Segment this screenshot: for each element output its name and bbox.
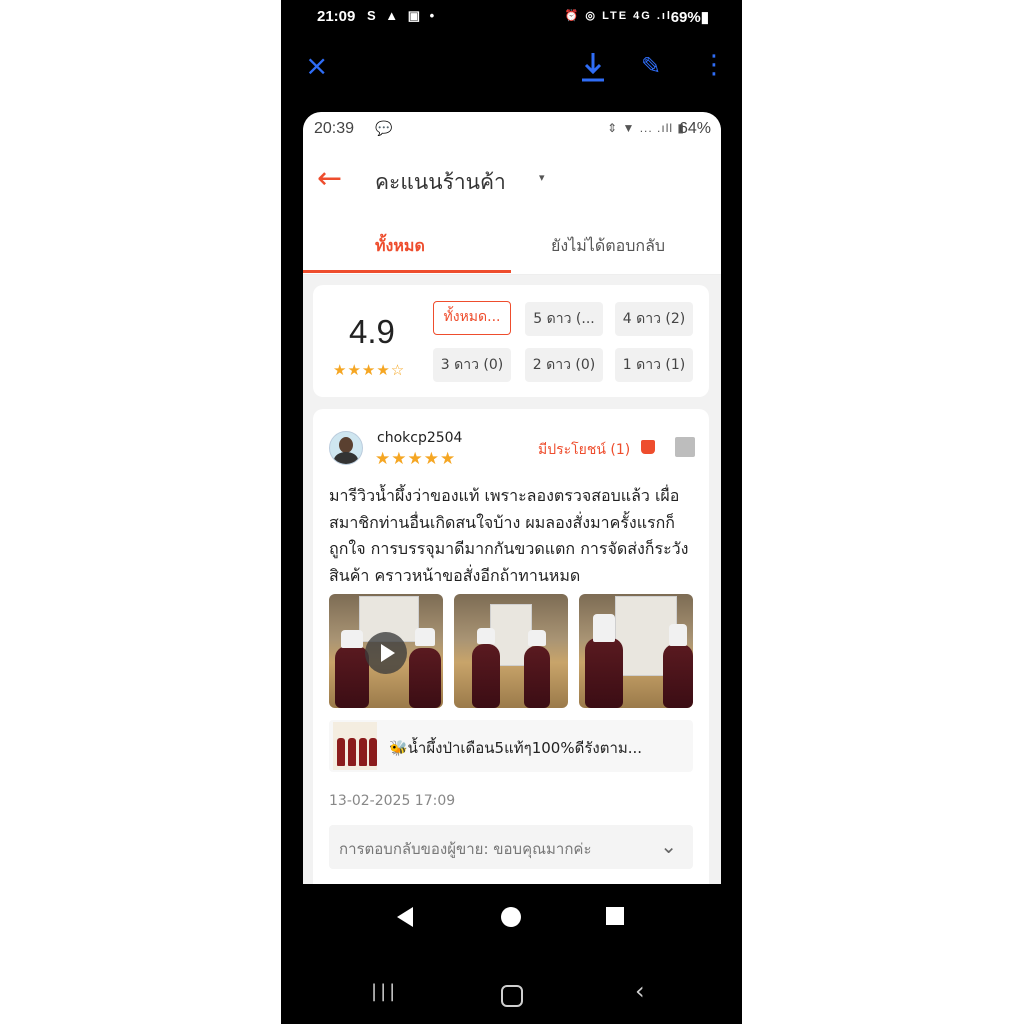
- filter-1-star[interactable]: 1 ดาว (1): [615, 348, 693, 382]
- more-menu-icon[interactable]: [675, 437, 695, 457]
- tab-all[interactable]: ทั้งหมด: [375, 234, 425, 259]
- inner-status-bar: 20:39 💬 ⇕ ▼ ... .ıll ▮ 64%: [303, 118, 721, 140]
- inner-navigation-bar: [281, 885, 742, 945]
- thumbs-up-icon[interactable]: [641, 440, 655, 454]
- review-stars: ★★★★★: [375, 449, 457, 469]
- rating-score: 4.9: [349, 313, 395, 350]
- notification-icons: S ▲ ▣ •: [367, 8, 438, 23]
- filter-2-stars[interactable]: 2 ดาว (0): [525, 348, 603, 382]
- home-icon[interactable]: [501, 985, 523, 1007]
- recents-icon[interactable]: |||: [371, 981, 398, 1002]
- chevron-down-icon[interactable]: ▾: [539, 171, 545, 184]
- helpful-count[interactable]: มีประโยชน์ (1): [538, 439, 630, 461]
- seller-reply[interactable]: การตอบกลับของผู้ขาย: ขอบคุณมากค่ะ ⌄: [329, 825, 693, 869]
- chevron-down-icon[interactable]: ⌄: [660, 834, 677, 858]
- avatar[interactable]: [329, 431, 363, 465]
- back-arrow-icon[interactable]: ←: [317, 162, 342, 196]
- back-icon[interactable]: ‹: [635, 977, 645, 1005]
- filter-5-stars[interactable]: 5 ดาว (...: [525, 302, 603, 336]
- message-icon: 💬: [375, 120, 393, 136]
- filter-4-stars[interactable]: 4 ดาว (2): [615, 302, 693, 336]
- rating-summary: 4.9 ★★★★☆ ทั้งหมด... 5 ดาว (... 4 ดาว (2…: [313, 285, 709, 397]
- review-username: chokcp2504: [377, 430, 463, 446]
- inner-status-time: 20:39: [314, 120, 355, 137]
- play-icon[interactable]: [365, 632, 407, 674]
- product-name: 🐝น้ำผึ้งป่าเดือน5แท้ๆ100%ดีรังตาม...: [389, 739, 643, 757]
- outer-status-bar: 21:09 S ▲ ▣ • ⏰ ◎ LTE 4G .ıl 69%▮: [281, 6, 742, 28]
- tab-unreplied[interactable]: ยังไม่ได้ตอบกลับ: [551, 234, 665, 259]
- review-text: มารีวิวน้ำผึ้งว่าของแท้ เพราะลองตรวจสอบแ…: [329, 486, 689, 585]
- inner-battery: 64%: [678, 120, 711, 137]
- review-photo[interactable]: [454, 594, 568, 708]
- review-video-thumbnail[interactable]: [329, 594, 443, 708]
- outer-battery: 69%▮: [670, 9, 709, 26]
- screenshot-card: 20:39 💬 ⇕ ▼ ... .ıll ▮ 64% ← คะแนนร้านค้…: [303, 112, 721, 884]
- review-date: 13-02-2025 17:09: [329, 793, 456, 809]
- phone-screen: 21:09 S ▲ ▣ • ⏰ ◎ LTE 4G .ıl 69%▮ × ✎ ⋮ …: [281, 0, 742, 1024]
- review-card: chokcp2504 ★★★★★ มีประโยชน์ (1) มารีวิวน…: [313, 409, 709, 884]
- page-title: คะแนนร้านค้า: [375, 170, 506, 194]
- more-options-icon[interactable]: ⋮: [701, 52, 727, 78]
- filter-all[interactable]: ทั้งหมด...: [433, 301, 511, 335]
- nav-back-icon[interactable]: [397, 907, 413, 927]
- inner-signal-icons: ⇕ ▼ ... .ıll ▮: [607, 121, 685, 135]
- nav-home-icon[interactable]: [501, 907, 521, 927]
- active-tab-indicator: [303, 270, 511, 273]
- filter-3-stars[interactable]: 3 ดาว (0): [433, 348, 511, 382]
- system-navigation-bar: ||| ‹: [281, 975, 742, 1015]
- nav-recents-icon[interactable]: [606, 907, 624, 925]
- outer-status-time: 21:09: [317, 8, 356, 25]
- seller-reply-text: การตอบกลับของผู้ขาย: ขอบคุณมากค่ะ: [339, 840, 592, 858]
- signal-icons: ⏰ ◎ LTE 4G .ıl: [564, 10, 672, 22]
- review-photo[interactable]: [579, 594, 693, 708]
- close-icon[interactable]: ×: [305, 50, 328, 82]
- rating-stars: ★★★★☆: [333, 361, 406, 379]
- image-viewer-toolbar: × ✎ ⋮: [281, 50, 742, 86]
- product-link[interactable]: 🐝น้ำผึ้งป่าเดือน5แท้ๆ100%ดีรังตาม...: [329, 720, 693, 772]
- tab-bar: ทั้งหมด ยังไม่ได้ตอบกลับ: [303, 226, 721, 275]
- app-header: ← คะแนนร้านค้า ▾: [303, 160, 721, 202]
- download-icon[interactable]: [579, 50, 607, 84]
- edit-icon[interactable]: ✎: [641, 52, 661, 80]
- product-thumbnail: [333, 722, 377, 770]
